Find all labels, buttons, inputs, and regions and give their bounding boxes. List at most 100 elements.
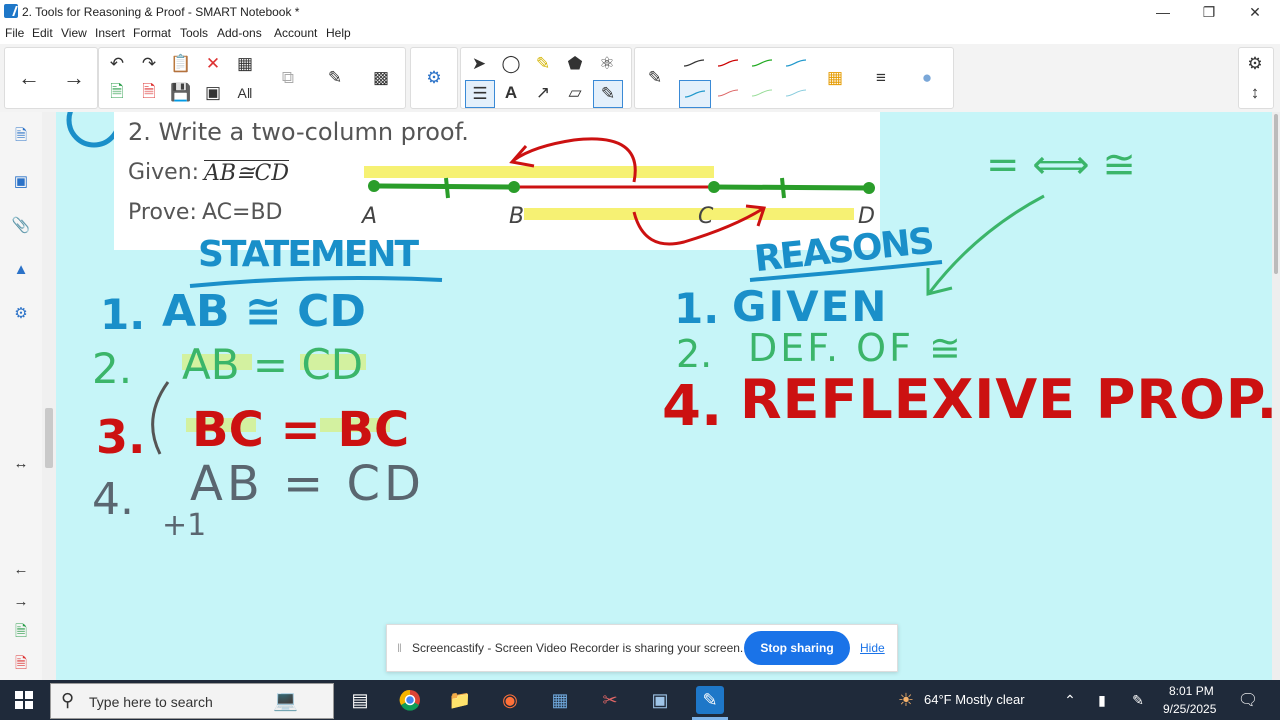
- smart-notebook-taskbar-icon[interactable]: ✎: [696, 686, 724, 714]
- add-page-icon[interactable]: 🗎: [103, 80, 131, 106]
- pen-style-selected-icon[interactable]: [679, 80, 711, 108]
- attachments-icon[interactable]: 📎: [8, 212, 34, 238]
- task-view-icon[interactable]: ▤: [346, 686, 374, 714]
- minimize-icon[interactable]: —: [1143, 2, 1183, 22]
- restore-icon[interactable]: ❐: [1189, 2, 1229, 22]
- menu-bar: File Edit View Insert Format Tools Add-o…: [0, 24, 1280, 44]
- sidebar-next-icon[interactable]: →: [8, 588, 34, 614]
- undo-icon[interactable]: ↶: [103, 51, 131, 77]
- page-sorter-icon[interactable]: 🗎: [8, 124, 34, 150]
- display-icon[interactable]: ▣: [199, 80, 227, 106]
- highlighter-icon[interactable]: ✎: [529, 51, 557, 77]
- hide-link[interactable]: Hide: [860, 641, 885, 655]
- line-icon[interactable]: ↗: [529, 80, 557, 106]
- sidebar-scroll-thumb[interactable]: [45, 408, 53, 468]
- previous-page-icon[interactable]: ←: [15, 65, 43, 91]
- pen-effect-icon[interactable]: ●: [913, 65, 941, 91]
- snipping-tool-icon[interactable]: ✂: [596, 686, 624, 714]
- pen-icon[interactable]: ✎: [593, 80, 623, 108]
- gallery-icon[interactable]: ▣: [8, 168, 34, 194]
- menu-help[interactable]: Help: [326, 26, 351, 40]
- bracket-mark: [151, 381, 170, 455]
- pen-style-green-2[interactable]: [751, 88, 773, 98]
- select-icon[interactable]: ➤: [465, 51, 493, 77]
- menu-view[interactable]: View: [61, 26, 87, 40]
- chrome-icon[interactable]: [396, 686, 424, 714]
- weather-text[interactable]: 64°F Mostly clear: [924, 692, 1025, 707]
- clock-time[interactable]: 8:01 PM: [1169, 684, 1214, 698]
- move-toolbar-icon[interactable]: ↕: [1241, 80, 1269, 106]
- next-page-icon[interactable]: →: [60, 65, 88, 91]
- notifications-icon[interactable]: 🗨: [1234, 686, 1262, 714]
- taskbar-search-box[interactable]: ⚲ Type here to search 💻: [50, 683, 334, 719]
- sidebar-add-page-icon[interactable]: 🗎: [8, 620, 34, 646]
- table-icon[interactable]: ▦: [231, 51, 259, 77]
- sidebar-previous-icon[interactable]: ←: [8, 556, 34, 582]
- drag-handle-icon[interactable]: ‖: [397, 641, 402, 655]
- pen-style-group: ✎ ▦ ≡ ●: [634, 47, 954, 109]
- properties-icon[interactable]: ▲: [8, 256, 34, 282]
- windows-start-icon[interactable]: [0, 680, 48, 720]
- fill-shape-icon[interactable]: ⬟: [561, 51, 589, 77]
- close-icon[interactable]: ✕: [1235, 2, 1275, 22]
- pen-delete-icon[interactable]: ✎: [321, 65, 349, 91]
- measurement-icon[interactable]: ☰: [465, 80, 495, 108]
- calculator-icon[interactable]: ▦: [546, 686, 574, 714]
- weather-icon[interactable]: ☀: [892, 686, 920, 714]
- menu-file[interactable]: File: [5, 26, 24, 40]
- statement-3-number: 3.: [96, 410, 146, 464]
- eraser-icon[interactable]: ▱: [561, 80, 589, 106]
- gear-icon[interactable]: ⚙: [1241, 51, 1269, 77]
- menu-tools[interactable]: Tools: [180, 26, 208, 40]
- pen-input-icon[interactable]: ✎: [1124, 686, 1152, 714]
- line-thickness-icon[interactable]: ≡: [867, 65, 895, 91]
- menu-format[interactable]: Format: [133, 26, 171, 40]
- save-icon[interactable]: 💾: [167, 80, 195, 106]
- screen-capture-icon[interactable]: ⧉: [274, 65, 302, 91]
- fill-icon[interactable]: ⚛: [593, 51, 621, 77]
- sidebar-scrollbar[interactable]: [42, 112, 56, 680]
- menu-account[interactable]: Account: [274, 26, 317, 40]
- paste-icon[interactable]: 📋: [167, 51, 195, 77]
- pen-style-red-2[interactable]: [717, 88, 739, 98]
- resize-sidebar-icon[interactable]: ↔: [8, 450, 34, 476]
- clock-date[interactable]: 9/25/2025: [1163, 702, 1216, 716]
- sidebar-delete-page-icon[interactable]: 🗎: [8, 652, 34, 678]
- prove-statement: AC=BD: [202, 200, 283, 225]
- delete-icon[interactable]: ✕: [199, 51, 227, 77]
- canvas-scrollbar[interactable]: [1272, 112, 1280, 680]
- battery-icon[interactable]: ▮: [1088, 686, 1116, 714]
- point-b-label: B: [509, 204, 525, 229]
- stop-sharing-button[interactable]: Stop sharing: [744, 631, 850, 665]
- pen-style-blue[interactable]: [785, 58, 807, 68]
- pen-style-green[interactable]: [751, 58, 773, 68]
- menu-edit[interactable]: Edit: [32, 26, 53, 40]
- text-recognition-icon[interactable]: A‖: [231, 80, 259, 106]
- title-bar: 2. Tools for Reasoning & Proof - SMART N…: [0, 0, 1280, 24]
- chevron-up-icon[interactable]: ⌃: [1056, 686, 1084, 714]
- statement-2-text: AB = CD: [182, 340, 364, 389]
- shapes-icon[interactable]: ◯: [497, 51, 525, 77]
- color-palette-icon[interactable]: ▦: [821, 65, 849, 91]
- pen-style-blue-2[interactable]: [785, 88, 807, 98]
- firefox-icon[interactable]: ◉: [496, 686, 524, 714]
- statement-4-text: AB = CD: [190, 456, 425, 512]
- document-camera-taskbar-icon[interactable]: ▣: [646, 686, 674, 714]
- sidebar-add-ons-icon[interactable]: ⚙: [8, 300, 34, 326]
- document-camera-icon[interactable]: ▩: [367, 65, 395, 91]
- add-ons-icon[interactable]: ⚙: [420, 65, 448, 91]
- text-tool-icon[interactable]: A: [497, 80, 525, 106]
- whiteboard-canvas[interactable]: 2. Write a two-column proof. Given: AB≅C…: [56, 112, 1272, 680]
- window-title: 2. Tools for Reasoning & Proof - SMART N…: [22, 5, 300, 19]
- delete-page-icon[interactable]: 🗎: [135, 80, 163, 106]
- prove-label: Prove:: [128, 200, 197, 225]
- redo-icon[interactable]: ↷: [135, 51, 163, 77]
- pen-style-red[interactable]: [717, 58, 739, 68]
- file-explorer-icon[interactable]: 📁: [446, 686, 474, 714]
- menu-add-ons[interactable]: Add-ons: [217, 26, 262, 40]
- canvas-scroll-thumb[interactable]: [1274, 114, 1278, 274]
- pen-type-icon[interactable]: ✎: [641, 65, 669, 91]
- search-icon: ⚲: [61, 690, 75, 710]
- menu-insert[interactable]: Insert: [95, 26, 125, 40]
- pen-style-black[interactable]: [683, 58, 705, 68]
